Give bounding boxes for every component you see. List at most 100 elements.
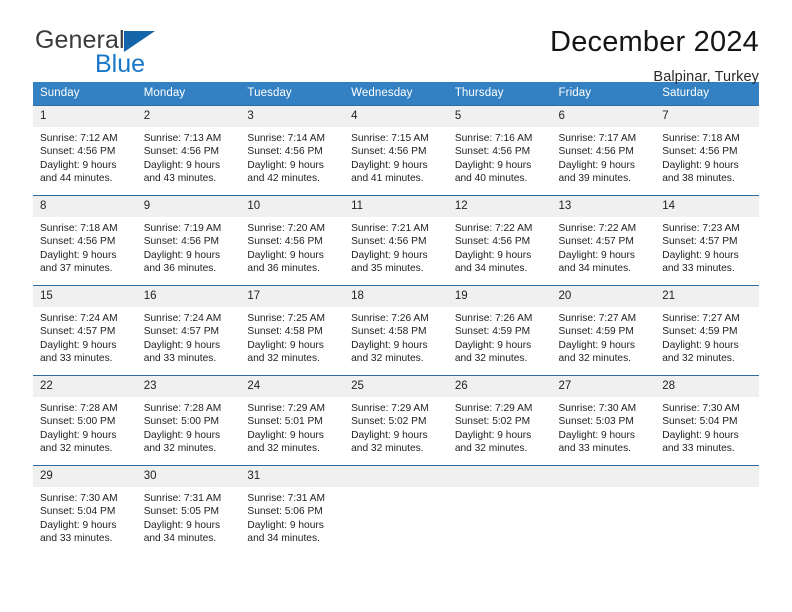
day-number: 27 [551, 376, 656, 397]
sunset-text: Sunset: 5:05 PM [143, 506, 220, 518]
day-details: Sunrise: 7:15 AM Sunset: 4:56 PM Daylight:… [344, 127, 448, 186]
day-details: Sunrise: 7:18 AM Sunset: 4:56 PM Daylight:… [655, 127, 759, 186]
sunrise-text: Sunrise: 7:16 AM [454, 133, 533, 144]
sunset-text: Sunset: 4:56 PM [662, 146, 738, 158]
day-number [551, 466, 656, 487]
day-number: 23 [136, 376, 241, 397]
day-number: 5 [447, 106, 552, 127]
calendar-day-cell[interactable]: 23 Sunrise: 7:28 AM Sunset: 5:00 PM Dayligh… [136, 375, 241, 466]
daylight-text: and 32 minutes. [247, 443, 320, 455]
calendar-page: General Blue December 2024 Balpinar, Tur… [0, 0, 792, 612]
calendar-day-cell[interactable]: 26 Sunrise: 7:29 AM Sunset: 5:02 PM Dayligh… [447, 375, 552, 466]
general-blue-logo[interactable]: General Blue [33, 26, 253, 84]
calendar-day-cell[interactable]: 27 Sunrise: 7:30 AM Sunset: 5:03 PM Dayligh… [551, 375, 656, 466]
sunrise-sunset-calendar: Sunday Monday Tuesday Wednesday Thursday… [33, 82, 759, 556]
calendar-day-cell[interactable]: 24 Sunrise: 7:29 AM Sunset: 5:01 PM Dayligh… [240, 375, 345, 466]
daylight-text: Daylight: 9 hours [558, 249, 635, 261]
sunrise-text: Sunrise: 7:24 AM [40, 313, 118, 324]
day-details: Sunrise: 7:30 AM Sunset: 5:04 PM Daylight:… [33, 487, 137, 546]
calendar-day-cell[interactable]: 17 Sunrise: 7:25 AM Sunset: 4:58 PM Dayligh… [240, 285, 345, 376]
daylight-text: and 33 minutes. [558, 443, 632, 455]
calendar-day-cell[interactable]: 7 Sunrise: 7:18 AM Sunset: 4:56 PM Daylight… [655, 105, 759, 196]
calendar-day-cell[interactable]: 16 Sunrise: 7:24 AM Sunset: 4:57 PM Dayligh… [136, 285, 241, 376]
daylight-text: and 40 minutes. [454, 173, 528, 185]
sunset-text: Sunset: 4:56 PM [247, 146, 323, 158]
calendar-day-cell[interactable]: 8 Sunrise: 7:18 AM Sunset: 4:56 PM Daylight… [33, 195, 137, 286]
sunset-text: Sunset: 5:00 PM [143, 416, 220, 428]
calendar-day-cell[interactable]: 9 Sunrise: 7:19 AM Sunset: 4:56 PM Daylight… [136, 195, 241, 286]
day-number: 17 [240, 286, 345, 307]
calendar-day-cell[interactable]: 15 Sunrise: 7:24 AM Sunset: 4:57 PM Dayligh… [33, 285, 137, 376]
calendar-day-cell[interactable]: 18 Sunrise: 7:26 AM Sunset: 4:58 PM Dayligh… [344, 285, 448, 376]
calendar-day-cell[interactable]: 4 Sunrise: 7:15 AM Sunset: 4:56 PM Daylight… [344, 105, 448, 196]
daylight-text: Daylight: 9 hours [662, 249, 739, 261]
daylight-text: Daylight: 9 hours [143, 519, 221, 531]
sunrise-text: Sunrise: 7:28 AM [40, 403, 118, 414]
sunrise-text: Sunrise: 7:26 AM [351, 313, 429, 324]
sunset-text: Sunset: 4:56 PM [454, 236, 531, 248]
day-details: Sunrise: 7:31 AM Sunset: 5:06 PM Daylight:… [240, 487, 344, 546]
day-details: Sunrise: 7:21 AM Sunset: 4:56 PM Daylight:… [344, 217, 448, 276]
calendar-day-cell[interactable]: 20 Sunrise: 7:27 AM Sunset: 4:59 PM Dayligh… [551, 285, 656, 376]
daylight-text: and 41 minutes. [351, 173, 424, 185]
sunset-text: Sunset: 4:56 PM [40, 146, 116, 158]
triangle-icon [124, 31, 155, 52]
calendar-day-cell[interactable]: 28 Sunrise: 7:30 AM Sunset: 5:04 PM Dayligh… [655, 375, 759, 466]
daylight-text: and 33 minutes. [662, 263, 735, 275]
sunrise-text: Sunrise: 7:31 AM [247, 493, 325, 504]
day-details: Sunrise: 7:27 AM Sunset: 4:59 PM Daylight:… [552, 307, 656, 366]
daylight-text: Daylight: 9 hours [143, 249, 221, 261]
daylight-text: and 32 minutes. [351, 353, 424, 365]
sunrise-text: Sunrise: 7:30 AM [662, 403, 740, 414]
sunrise-text: Sunrise: 7:27 AM [662, 313, 740, 324]
daylight-text: and 36 minutes. [247, 263, 320, 275]
calendar-day-cell[interactable]: 31 Sunrise: 7:31 AM Sunset: 5:06 PM Dayligh… [240, 465, 345, 556]
weekday-header-sunday: Sunday [33, 82, 137, 106]
calendar-day-cell[interactable]: 1 Sunrise: 7:12 AM Sunset: 4:56 PM Daylight… [33, 105, 137, 196]
daylight-text: Daylight: 9 hours [40, 519, 117, 531]
day-number: 1 [33, 106, 137, 127]
daylight-text: and 44 minutes. [40, 173, 113, 185]
daylight-text: and 32 minutes. [40, 443, 113, 455]
calendar-day-cell[interactable]: 29 Sunrise: 7:30 AM Sunset: 5:04 PM Dayligh… [33, 465, 137, 556]
sunset-text: Sunset: 5:02 PM [454, 416, 531, 428]
sunrise-text: Sunrise: 7:31 AM [143, 493, 222, 504]
daylight-text: Daylight: 9 hours [454, 339, 532, 351]
sunrise-text: Sunrise: 7:21 AM [351, 223, 429, 234]
weekday-header-thursday: Thursday [447, 82, 552, 106]
calendar-day-cell[interactable]: 12 Sunrise: 7:22 AM Sunset: 4:56 PM Dayligh… [447, 195, 552, 286]
daylight-text: Daylight: 9 hours [40, 249, 117, 261]
daylight-text: and 33 minutes. [662, 443, 735, 455]
day-number: 20 [551, 286, 656, 307]
sunset-text: Sunset: 4:56 PM [143, 236, 220, 248]
sunrise-text: Sunrise: 7:13 AM [143, 133, 222, 144]
weekday-header-saturday: Saturday [655, 82, 759, 106]
day-number: 4 [344, 106, 448, 127]
day-details: Sunrise: 7:31 AM Sunset: 5:05 PM Daylight:… [137, 487, 241, 546]
calendar-day-cell[interactable]: 30 Sunrise: 7:31 AM Sunset: 5:05 PM Dayligh… [136, 465, 241, 556]
calendar-day-cell[interactable]: 5 Sunrise: 7:16 AM Sunset: 4:56 PM Daylight… [447, 105, 552, 196]
daylight-text: Daylight: 9 hours [40, 339, 117, 351]
calendar-day-cell[interactable]: 3 Sunrise: 7:14 AM Sunset: 4:56 PM Daylight… [240, 105, 345, 196]
calendar-day-cell[interactable]: 25 Sunrise: 7:29 AM Sunset: 5:02 PM Dayligh… [344, 375, 448, 466]
day-details: Sunrise: 7:26 AM Sunset: 4:58 PM Daylight:… [344, 307, 448, 366]
calendar-day-cell[interactable]: 19 Sunrise: 7:26 AM Sunset: 4:59 PM Dayligh… [447, 285, 552, 376]
day-number: 31 [240, 466, 345, 487]
sunrise-text: Sunrise: 7:19 AM [143, 223, 222, 234]
weekday-header-friday: Friday [551, 82, 656, 106]
daylight-text: Daylight: 9 hours [454, 159, 532, 171]
day-number: 10 [240, 196, 345, 217]
day-number: 14 [655, 196, 759, 217]
day-number: 2 [136, 106, 241, 127]
calendar-day-cell[interactable]: 13 Sunrise: 7:22 AM Sunset: 4:57 PM Dayligh… [551, 195, 656, 286]
sunset-text: Sunset: 5:00 PM [40, 416, 116, 428]
calendar-day-cell[interactable]: 2 Sunrise: 7:13 AM Sunset: 4:56 PM Daylight… [136, 105, 241, 196]
calendar-day-cell[interactable]: 11 Sunrise: 7:21 AM Sunset: 4:56 PM Dayligh… [344, 195, 448, 286]
calendar-day-cell[interactable]: 14 Sunrise: 7:23 AM Sunset: 4:57 PM Dayligh… [655, 195, 759, 286]
calendar-day-cell[interactable]: 6 Sunrise: 7:17 AM Sunset: 4:56 PM Daylight… [551, 105, 656, 196]
day-details: Sunrise: 7:19 AM Sunset: 4:56 PM Daylight:… [137, 217, 241, 276]
calendar-day-cell[interactable]: 10 Sunrise: 7:20 AM Sunset: 4:56 PM Dayligh… [240, 195, 345, 286]
day-details: Sunrise: 7:28 AM Sunset: 5:00 PM Daylight:… [137, 397, 241, 456]
calendar-day-cell[interactable]: 21 Sunrise: 7:27 AM Sunset: 4:59 PM Dayligh… [655, 285, 759, 376]
calendar-day-cell[interactable]: 22 Sunrise: 7:28 AM Sunset: 5:00 PM Dayligh… [33, 375, 137, 466]
